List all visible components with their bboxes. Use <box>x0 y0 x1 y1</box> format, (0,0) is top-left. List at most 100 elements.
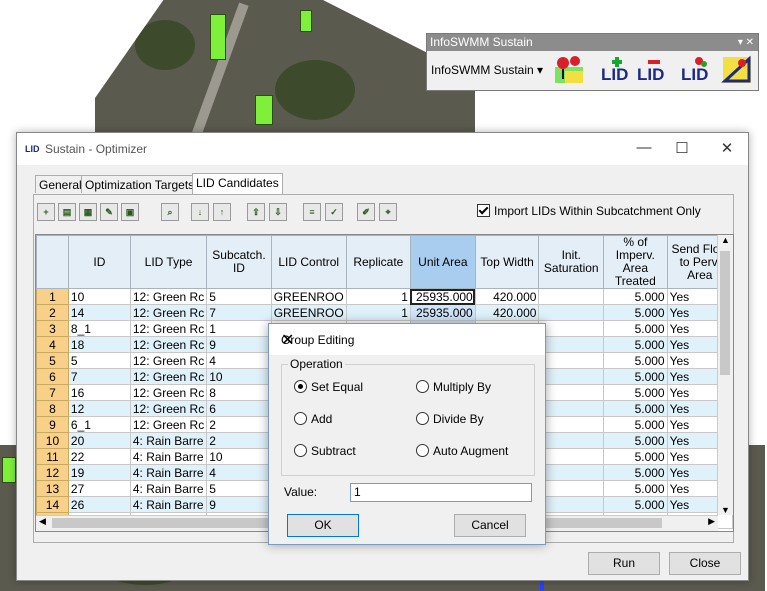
radio-add[interactable]: Add <box>294 412 332 426</box>
optimizer-icon[interactable] <box>721 55 755 85</box>
table-cell[interactable] <box>538 304 605 321</box>
table-cell[interactable]: 5.000 <box>603 304 668 321</box>
table-cell[interactable]: 6 <box>206 400 272 417</box>
table-cell[interactable]: 12: Green Rc <box>129 352 208 369</box>
col-header-imperv-treated[interactable]: % of Imperv. Area Treated <box>603 235 668 289</box>
table-cell[interactable]: 4: Rain Barre <box>129 432 208 449</box>
row-number[interactable]: 1 <box>36 288 69 305</box>
table-cell[interactable] <box>538 448 605 465</box>
radio-auto-augment[interactable]: Auto Augment <box>416 444 508 458</box>
col-header-init-saturation[interactable]: Init. Saturation <box>538 235 605 289</box>
table-cell[interactable] <box>538 384 605 401</box>
table-cell[interactable]: 26 <box>67 496 131 513</box>
edit-lid-icon[interactable]: LID <box>677 55 711 85</box>
table-cell[interactable]: 10 <box>206 448 272 465</box>
row-number[interactable]: 12 <box>36 464 69 481</box>
table-cell[interactable]: 10 <box>67 288 131 305</box>
insert-row-icon[interactable]: ▤ <box>58 203 76 221</box>
import-icon[interactable]: ⇪ <box>247 203 265 221</box>
dialog-close-icon[interactable]: ✕ <box>281 330 535 350</box>
close-window-button[interactable]: ✕ <box>717 139 737 157</box>
radio-subtract[interactable]: Subtract <box>294 444 356 458</box>
table-cell[interactable]: 12: Green Rc <box>129 304 208 321</box>
table-cell[interactable]: 18 <box>67 336 131 353</box>
infoswmm-sustain-dropdown[interactable]: InfoSWMM Sustain ▾ <box>431 63 543 77</box>
radio-icon[interactable] <box>294 444 307 457</box>
table-cell[interactable]: 12: Green Rc <box>129 320 208 337</box>
remove-lid-icon[interactable]: LID <box>633 55 667 85</box>
table-cell[interactable]: 5 <box>67 352 131 369</box>
table-cell[interactable] <box>538 464 605 481</box>
checkbox-checked-icon[interactable] <box>477 204 490 217</box>
table-cell[interactable]: 5 <box>206 288 272 305</box>
scroll-thumb[interactable] <box>720 251 730 375</box>
tab-general[interactable]: General <box>35 175 86 193</box>
export-icon[interactable]: ⇩ <box>269 203 287 221</box>
table-cell[interactable]: 16 <box>67 384 131 401</box>
delete-row-icon[interactable]: ▦ <box>79 203 97 221</box>
row-number[interactable]: 14 <box>36 496 69 513</box>
scroll-up-icon[interactable]: ▲ <box>718 235 733 245</box>
table-cell[interactable]: 4: Rain Barre <box>129 480 208 497</box>
table-cell[interactable]: 12 <box>67 400 131 417</box>
map-pin-icon[interactable] <box>553 55 587 85</box>
table-cell[interactable]: 12: Green Rc <box>129 288 208 305</box>
table-cell[interactable] <box>538 352 605 369</box>
vertical-scrollbar[interactable]: ▲ ▼ <box>717 235 733 515</box>
add-row-icon[interactable]: + <box>37 203 55 221</box>
table-cell[interactable]: 19 <box>67 464 131 481</box>
cancel-button[interactable]: Cancel <box>454 514 526 537</box>
table-cell[interactable] <box>538 288 605 305</box>
toolbar-title-buttons[interactable]: ▾ ✕ <box>738 34 754 51</box>
row-number[interactable]: 3 <box>36 320 69 337</box>
table-cell[interactable]: 9 <box>206 496 272 513</box>
table-cell[interactable] <box>538 400 605 417</box>
import-lids-checkbox[interactable]: Import LIDs Within Subcatchment Only <box>477 204 701 218</box>
tab-optimization-targets[interactable]: Optimization Targets <box>81 175 199 193</box>
table-cell[interactable]: 12: Green Rc <box>129 368 208 385</box>
table-cell[interactable]: 27 <box>67 480 131 497</box>
table-row[interactable]: 2 14 12: Green Rc 7 GREENROO 1 25935.000 420.00… <box>36 304 733 321</box>
minimize-button[interactable]: — <box>634 139 654 156</box>
table-cell[interactable]: GREENROO <box>270 304 347 321</box>
table-cell[interactable]: 22 <box>67 448 131 465</box>
row-number[interactable]: 11 <box>36 448 69 465</box>
edit-row-icon[interactable]: ✎ <box>100 203 118 221</box>
table-row[interactable]: 1 10 12: Green Rc 5 GREENROO 1 25935.000 420.00… <box>36 288 733 305</box>
col-header-subcatch-id[interactable]: Subcatch. ID <box>206 235 272 289</box>
table-cell[interactable] <box>538 432 605 449</box>
map-icon[interactable]: ⌖ <box>379 203 397 221</box>
col-header-lid-control[interactable]: LID Control <box>270 235 347 289</box>
table-cell[interactable] <box>538 496 605 513</box>
table-cell[interactable]: 4: Rain Barre <box>129 464 208 481</box>
row-number[interactable]: 6 <box>36 368 69 385</box>
radio-selected-icon[interactable] <box>294 380 307 393</box>
table-cell[interactable]: 6_1 <box>67 416 131 433</box>
table-cell[interactable]: 5.000 <box>603 448 668 465</box>
table-cell[interactable]: 5.000 <box>603 416 668 433</box>
table-cell[interactable]: 2 <box>206 432 272 449</box>
col-header-replicate[interactable]: Replicate <box>345 235 411 289</box>
search-icon[interactable]: ⌕ <box>161 203 179 221</box>
row-number[interactable]: 4 <box>36 336 69 353</box>
table-cell[interactable]: 25935.000 <box>409 288 476 305</box>
group-apply-icon[interactable]: ✓ <box>325 203 343 221</box>
table-cell[interactable]: 7 <box>206 304 272 321</box>
scroll-left-icon[interactable]: ◀ <box>39 516 46 527</box>
radio-icon[interactable] <box>416 412 429 425</box>
col-header-top-width[interactable]: Top Width <box>474 235 540 289</box>
grid-corner[interactable] <box>36 235 69 289</box>
table-cell[interactable]: 12: Green Rc <box>129 384 208 401</box>
table-cell[interactable]: 10 <box>206 368 272 385</box>
radio-divide-by[interactable]: Divide By <box>416 412 484 426</box>
scroll-right-icon[interactable]: ▶ <box>708 516 715 527</box>
table-cell[interactable]: 20 <box>67 432 131 449</box>
maximize-button[interactable]: ☐ <box>672 139 692 157</box>
table-cell[interactable]: 5.000 <box>603 368 668 385</box>
table-cell[interactable] <box>538 320 605 337</box>
save-icon[interactable]: ▣ <box>121 203 139 221</box>
sort-ascending-icon[interactable]: ↓ <box>191 203 209 221</box>
table-cell[interactable]: 9 <box>206 336 272 353</box>
table-cell[interactable]: 12: Green Rc <box>129 336 208 353</box>
table-cell[interactable]: 1 <box>206 320 272 337</box>
